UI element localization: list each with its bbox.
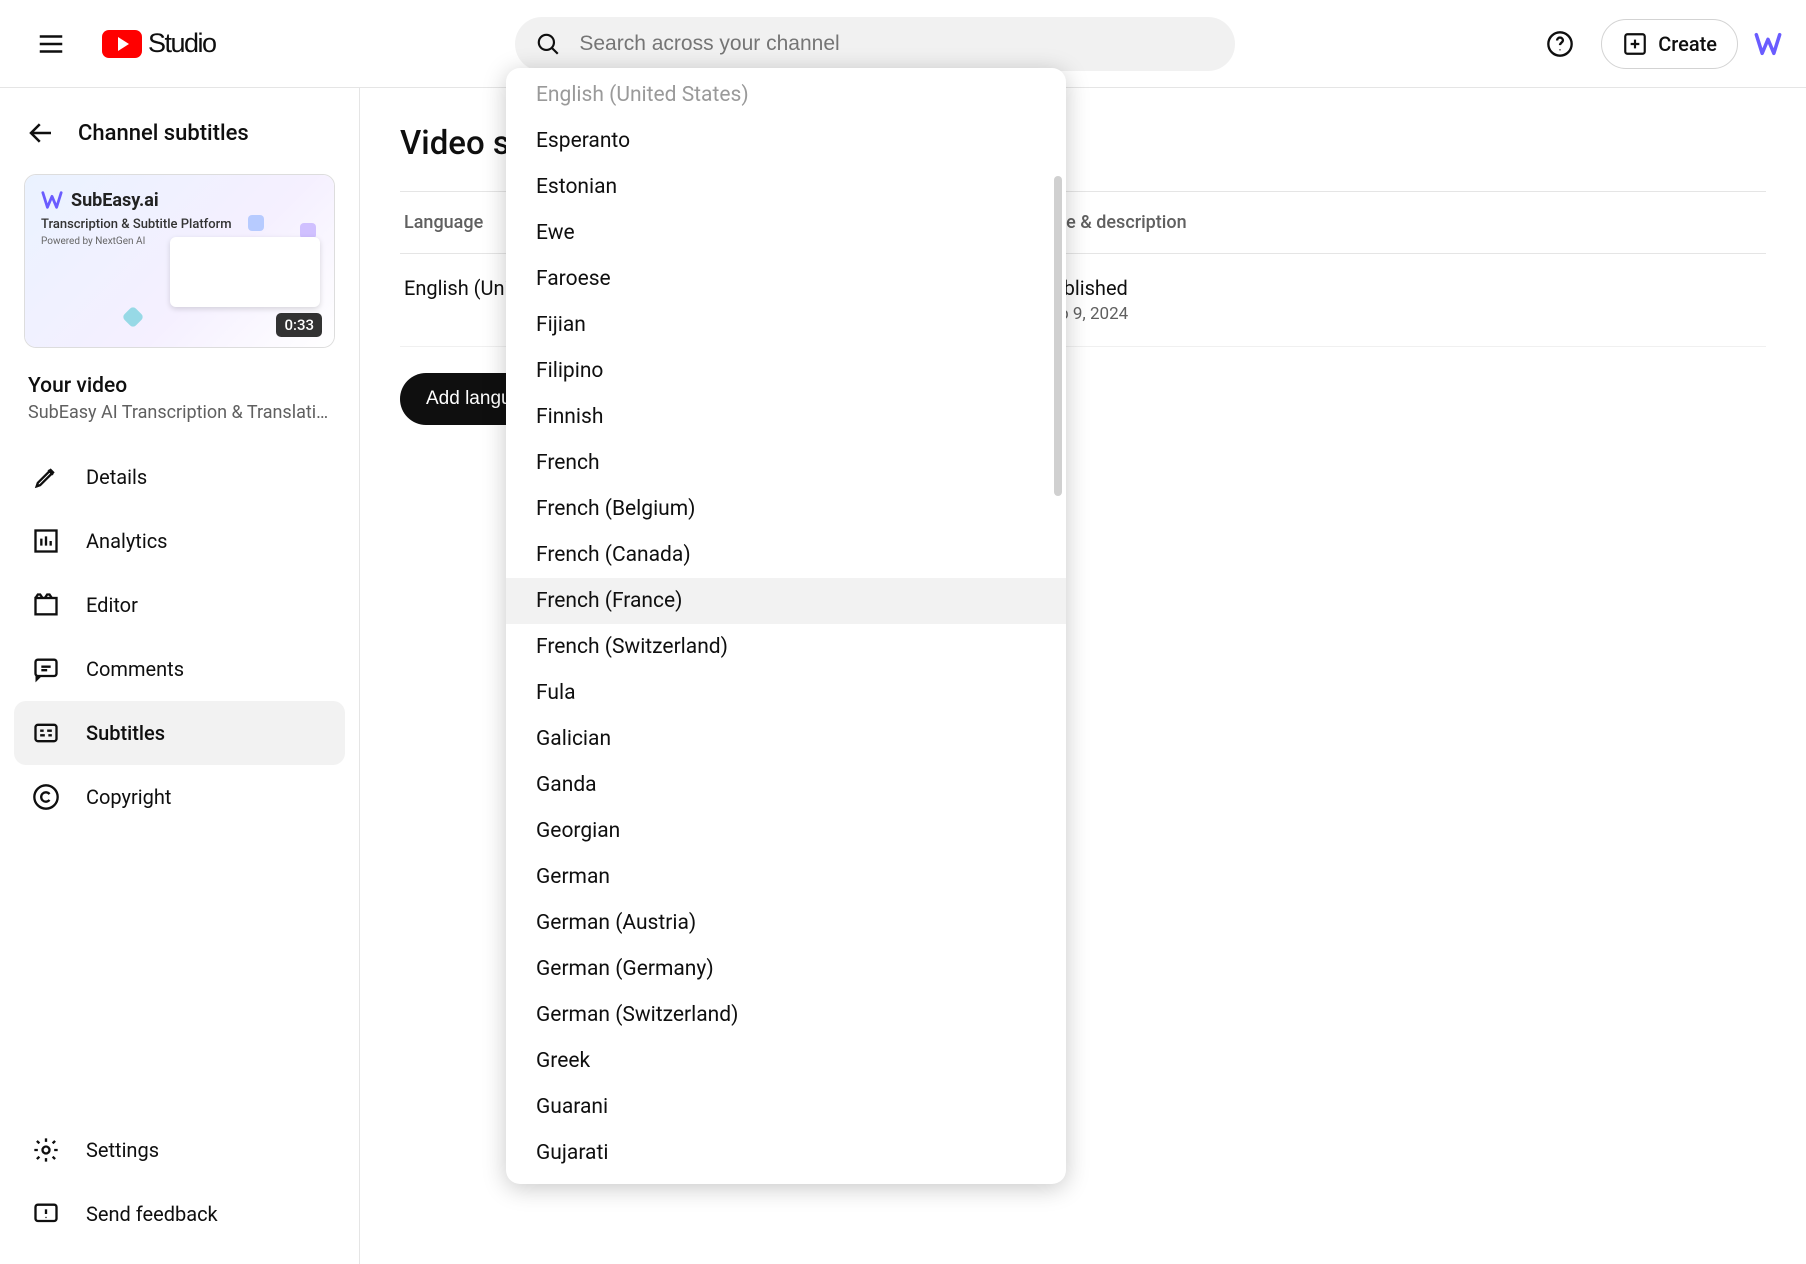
- nav-item-label: Settings: [86, 1138, 159, 1162]
- nav-item-label: Details: [86, 465, 147, 489]
- header-actions: Create: [1535, 19, 1782, 69]
- nav-item-label: Editor: [86, 593, 138, 617]
- row-status: Published: [1040, 276, 1766, 300]
- thumb-brand-text: SubEasy.ai: [71, 190, 159, 211]
- language-option[interactable]: Greek: [506, 1038, 1066, 1084]
- language-option[interactable]: English (United States): [506, 72, 1066, 118]
- language-option[interactable]: Estonian: [506, 164, 1066, 210]
- video-thumbnail[interactable]: SubEasy.ai Transcription & Subtitle Plat…: [24, 174, 335, 348]
- language-option[interactable]: Esperanto: [506, 118, 1066, 164]
- language-option[interactable]: Gusii: [506, 1176, 1066, 1184]
- help-button[interactable]: [1535, 19, 1585, 69]
- row-date: Sep 9, 2024: [1040, 304, 1766, 324]
- create-plus-icon: [1622, 31, 1648, 57]
- search-input[interactable]: [579, 32, 1215, 56]
- language-option[interactable]: Galician: [506, 716, 1066, 762]
- nav-item-settings[interactable]: Settings: [14, 1118, 345, 1182]
- language-option[interactable]: Guarani: [506, 1084, 1066, 1130]
- create-button-label: Create: [1658, 32, 1717, 56]
- hamburger-icon: [36, 29, 66, 59]
- language-option[interactable]: Georgian: [506, 808, 1066, 854]
- nav-item-send-feedback[interactable]: Send feedback: [14, 1182, 345, 1246]
- nav-item-editor[interactable]: Editor: [14, 573, 345, 637]
- youtube-play-icon: [102, 30, 142, 58]
- language-option[interactable]: German (Austria): [506, 900, 1066, 946]
- language-option[interactable]: German: [506, 854, 1066, 900]
- pencil-icon: [32, 463, 60, 491]
- sidebar-bottom-nav: Settings Send feedback: [0, 1112, 359, 1264]
- app-body: Channel subtitles SubEasy.ai Transcripti…: [0, 88, 1806, 1264]
- language-option[interactable]: German (Switzerland): [506, 992, 1066, 1038]
- dropdown-scrollbar-thumb[interactable]: [1054, 176, 1062, 496]
- hamburger-menu-button[interactable]: [24, 17, 78, 71]
- video-duration-badge: 0:33: [276, 313, 322, 337]
- search-icon: [535, 31, 561, 57]
- video-nav: Details Analytics Editor Comments Subtitles C…: [0, 439, 359, 835]
- nav-item-subtitles[interactable]: Subtitles: [14, 701, 345, 765]
- language-option[interactable]: Gujarati: [506, 1130, 1066, 1176]
- language-option[interactable]: Faroese: [506, 256, 1066, 302]
- nav-item-label: Send feedback: [86, 1202, 218, 1226]
- language-option[interactable]: Ganda: [506, 762, 1066, 808]
- language-option[interactable]: French (Switzerland): [506, 624, 1066, 670]
- arrow-left-icon: [26, 118, 56, 148]
- col-title-header: Title & description: [1040, 212, 1766, 233]
- language-option[interactable]: French: [506, 440, 1066, 486]
- subtitles-icon: [32, 719, 60, 747]
- sidebar: Channel subtitles SubEasy.ai Transcripti…: [0, 88, 360, 1264]
- your-video-subtitle: SubEasy AI Transcription & Translati…: [0, 402, 359, 439]
- row-title-desc: Published Sep 9, 2024: [1040, 276, 1766, 324]
- subeasy-w-icon: [41, 189, 63, 211]
- language-option[interactable]: French (France): [506, 578, 1066, 624]
- language-option[interactable]: Ewe: [506, 210, 1066, 256]
- comment-icon: [32, 655, 60, 683]
- nav-item-label: Subtitles: [86, 721, 165, 745]
- language-option[interactable]: Filipino: [506, 348, 1066, 394]
- help-icon: [1546, 30, 1574, 58]
- nav-item-label: Comments: [86, 657, 184, 681]
- language-dropdown-list[interactable]: English (United States)EsperantoEstonian…: [506, 68, 1066, 1184]
- logo-text: Studio: [148, 28, 216, 59]
- youtube-studio-logo[interactable]: Studio: [102, 28, 216, 59]
- nav-item-analytics[interactable]: Analytics: [14, 509, 345, 573]
- gear-icon: [32, 1136, 60, 1164]
- search-bar[interactable]: [515, 17, 1235, 71]
- language-option[interactable]: Fula: [506, 670, 1066, 716]
- back-row[interactable]: Channel subtitles: [0, 106, 359, 166]
- nav-item-comments[interactable]: Comments: [14, 637, 345, 701]
- thumb-line1: Transcription & Subtitle Platform: [41, 217, 318, 232]
- language-option[interactable]: French (Canada): [506, 532, 1066, 578]
- language-option[interactable]: German (Germany): [506, 946, 1066, 992]
- create-button[interactable]: Create: [1601, 19, 1738, 69]
- nav-item-label: Analytics: [86, 529, 168, 553]
- nav-item-copyright[interactable]: Copyright: [14, 765, 345, 829]
- search-container: [240, 17, 1512, 71]
- language-option[interactable]: Fijian: [506, 302, 1066, 348]
- main-content: Video subtitles Language Title & descrip…: [360, 88, 1806, 1264]
- language-option[interactable]: Finnish: [506, 394, 1066, 440]
- feedback-icon: [32, 1200, 60, 1228]
- language-option[interactable]: French (Belgium): [506, 486, 1066, 532]
- your-video-heading: Your video: [0, 360, 359, 402]
- nav-item-label: Copyright: [86, 785, 171, 809]
- copyright-icon: [32, 783, 60, 811]
- channel-avatar-icon[interactable]: [1754, 30, 1782, 58]
- bars-icon: [32, 527, 60, 555]
- language-dropdown[interactable]: English (United States)EsperantoEstonian…: [506, 68, 1066, 1184]
- back-title: Channel subtitles: [78, 121, 249, 146]
- film-icon: [32, 591, 60, 619]
- nav-item-details[interactable]: Details: [14, 445, 345, 509]
